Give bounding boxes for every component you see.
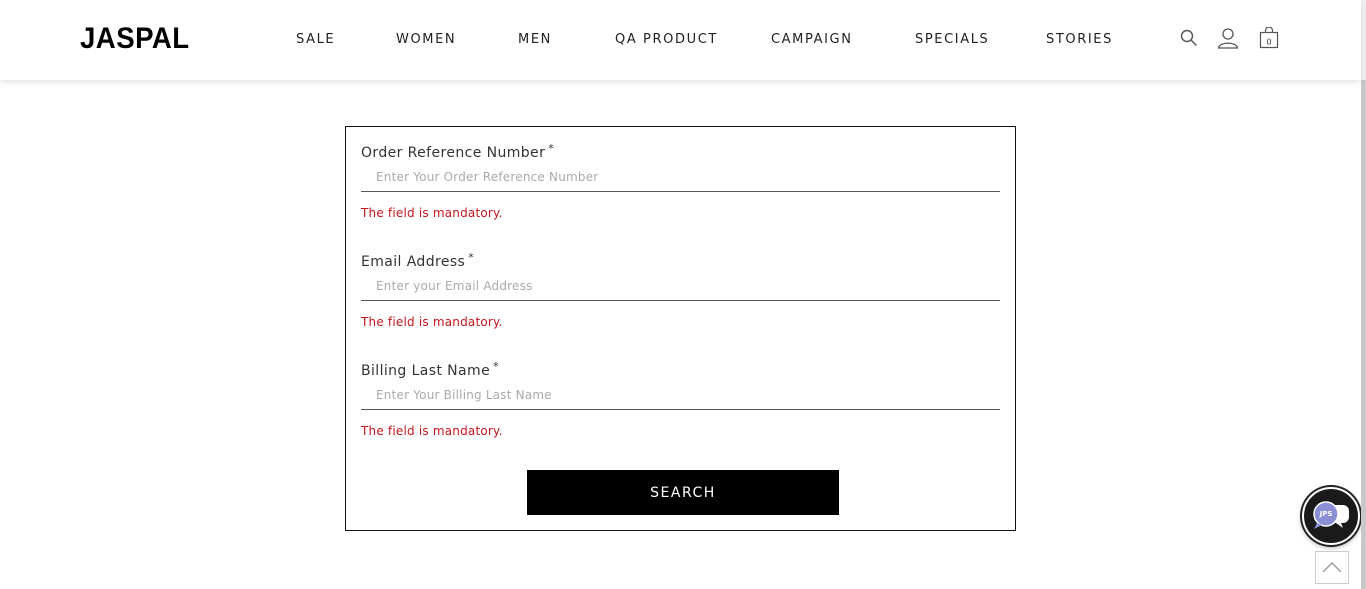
- search-button[interactable]: SEARCH: [527, 470, 839, 515]
- shopping-bag-icon[interactable]: 0: [1259, 27, 1279, 49]
- site-header: JASPAL SALE WOMEN MEN QA PRODUCT CAMPAIG…: [0, 0, 1361, 80]
- main-nav: SALE WOMEN MEN QA PRODUCT CAMPAIGN SPECI…: [0, 32, 1361, 48]
- nav-item-men[interactable]: MEN: [518, 32, 552, 47]
- email-input[interactable]: [361, 271, 1000, 301]
- email-error: The field is mandatory.: [361, 315, 503, 329]
- order-reference-input[interactable]: [361, 162, 1000, 192]
- billing-last-name-input[interactable]: [361, 380, 1000, 410]
- email-label: Email Address: [361, 254, 466, 270]
- scrollbar-thumb[interactable]: [1361, 80, 1366, 589]
- chat-badge-text: JPS: [1319, 510, 1333, 518]
- nav-item-stories[interactable]: STORIES: [1046, 32, 1113, 47]
- required-marker: *: [548, 142, 554, 155]
- billing-last-name-label: Billing Last Name: [361, 363, 491, 379]
- chat-bubble-icon: JPS: [1311, 499, 1351, 533]
- required-marker: *: [493, 360, 499, 373]
- email-field: Email Address* The field is mandatory.: [361, 251, 1000, 329]
- nav-item-women[interactable]: WOMEN: [396, 32, 456, 47]
- nav-item-campaign[interactable]: CAMPAIGN: [771, 32, 853, 47]
- order-reference-error: The field is mandatory.: [361, 206, 503, 220]
- page-scrollbar[interactable]: [1361, 0, 1366, 589]
- user-icon[interactable]: [1217, 28, 1239, 49]
- cart-count: 0: [1266, 38, 1271, 47]
- search-icon[interactable]: [1180, 29, 1198, 47]
- chevron-up-icon: [1322, 558, 1342, 577]
- chat-widget-button[interactable]: JPS: [1302, 487, 1360, 545]
- nav-item-qa-product[interactable]: QA PRODUCT: [615, 32, 718, 47]
- required-marker: *: [468, 251, 474, 264]
- order-reference-field: Order Reference Number* The field is man…: [361, 142, 1000, 220]
- order-lookup-form: Order Reference Number* The field is man…: [345, 126, 1016, 531]
- billing-last-name-error: The field is mandatory.: [361, 424, 503, 438]
- nav-item-sale[interactable]: SALE: [296, 32, 335, 47]
- scroll-to-top-button[interactable]: [1315, 551, 1349, 584]
- order-reference-label: Order Reference Number: [361, 145, 546, 161]
- nav-item-specials[interactable]: SPECIALS: [915, 32, 989, 47]
- billing-last-name-field: Billing Last Name* The field is mandator…: [361, 360, 1000, 438]
